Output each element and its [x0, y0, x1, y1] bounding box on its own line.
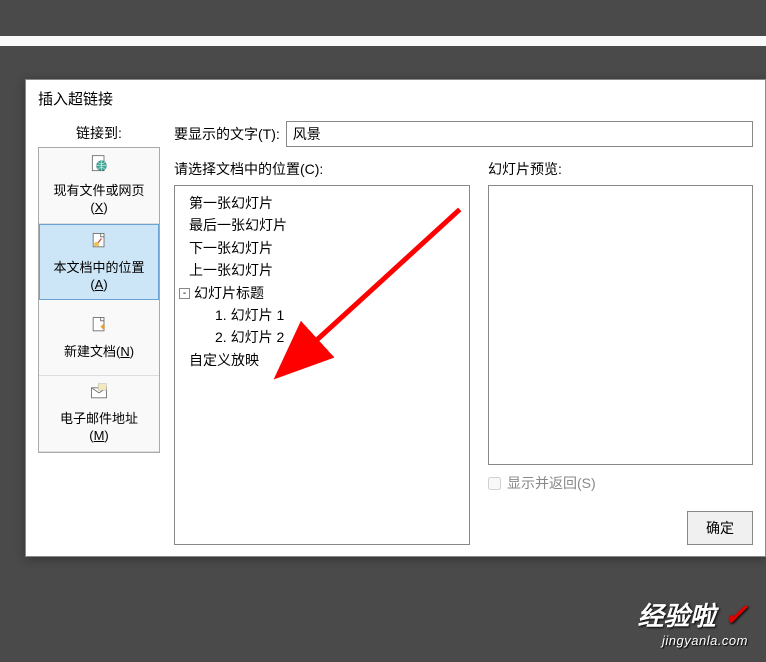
- tree-item-first-slide[interactable]: 第一张幻灯片: [179, 192, 465, 214]
- slide-preview: [488, 185, 753, 465]
- tree-item-last-slide[interactable]: 最后一张幻灯片: [179, 214, 465, 236]
- preview-label: 幻灯片预览:: [488, 159, 753, 179]
- location-label: 请选择文档中的位置(C):: [174, 159, 470, 179]
- tree-item-slide-1[interactable]: 1. 幻灯片 1: [179, 304, 465, 326]
- text-to-display-input[interactable]: [286, 121, 753, 147]
- sidebar-item-existing-file[interactable]: 现有文件或网页(X): [39, 148, 159, 224]
- collapse-icon[interactable]: -: [179, 288, 190, 299]
- sidebar-item-label: 电子邮件地址(M): [60, 411, 138, 445]
- tree-item-prev-slide[interactable]: 上一张幻灯片: [179, 259, 465, 281]
- tree-item-next-slide[interactable]: 下一张幻灯片: [179, 237, 465, 259]
- sidebar-item-new-document[interactable]: 新建文档(N): [39, 300, 159, 376]
- document-location-icon: [89, 231, 109, 256]
- location-tree[interactable]: 第一张幻灯片 最后一张幻灯片 下一张幻灯片 上一张幻灯片 -幻灯片标题 1. 幻…: [174, 185, 470, 545]
- insert-hyperlink-dialog: 插入超链接 链接到: 现有文件或网页(X) 本文档中的位置(A): [25, 79, 766, 557]
- sidebar-item-label: 现有文件或网页(X): [53, 183, 144, 217]
- text-to-display-label: 要显示的文字(T):: [174, 124, 280, 144]
- link-to-label: 链接到:: [38, 117, 160, 147]
- watermark: 经验啦 ✓ jingyanla.com: [638, 596, 748, 648]
- sidebar-item-label: 本文档中的位置(A): [53, 260, 144, 294]
- tree-group-slide-titles[interactable]: -幻灯片标题: [179, 282, 465, 304]
- email-icon: [89, 382, 109, 407]
- link-to-sidebar: 现有文件或网页(X) 本文档中的位置(A) 新建文档(N): [38, 147, 160, 453]
- sidebar-item-email[interactable]: 电子邮件地址(M): [39, 376, 159, 452]
- tree-item-slide-2[interactable]: 2. 幻灯片 2: [179, 326, 465, 348]
- dialog-title: 插入超链接: [26, 80, 765, 117]
- ok-button[interactable]: 确定: [687, 511, 753, 545]
- show-and-return-checkbox[interactable]: 显示并返回(S): [488, 473, 753, 493]
- show-and-return-input[interactable]: [488, 477, 501, 490]
- new-document-icon: [89, 315, 109, 340]
- globe-icon: [89, 154, 109, 179]
- sidebar-item-place-in-document[interactable]: 本文档中的位置(A): [39, 224, 159, 300]
- sidebar-item-label: 新建文档(N): [64, 344, 134, 361]
- tree-item-custom-show[interactable]: 自定义放映: [179, 349, 465, 371]
